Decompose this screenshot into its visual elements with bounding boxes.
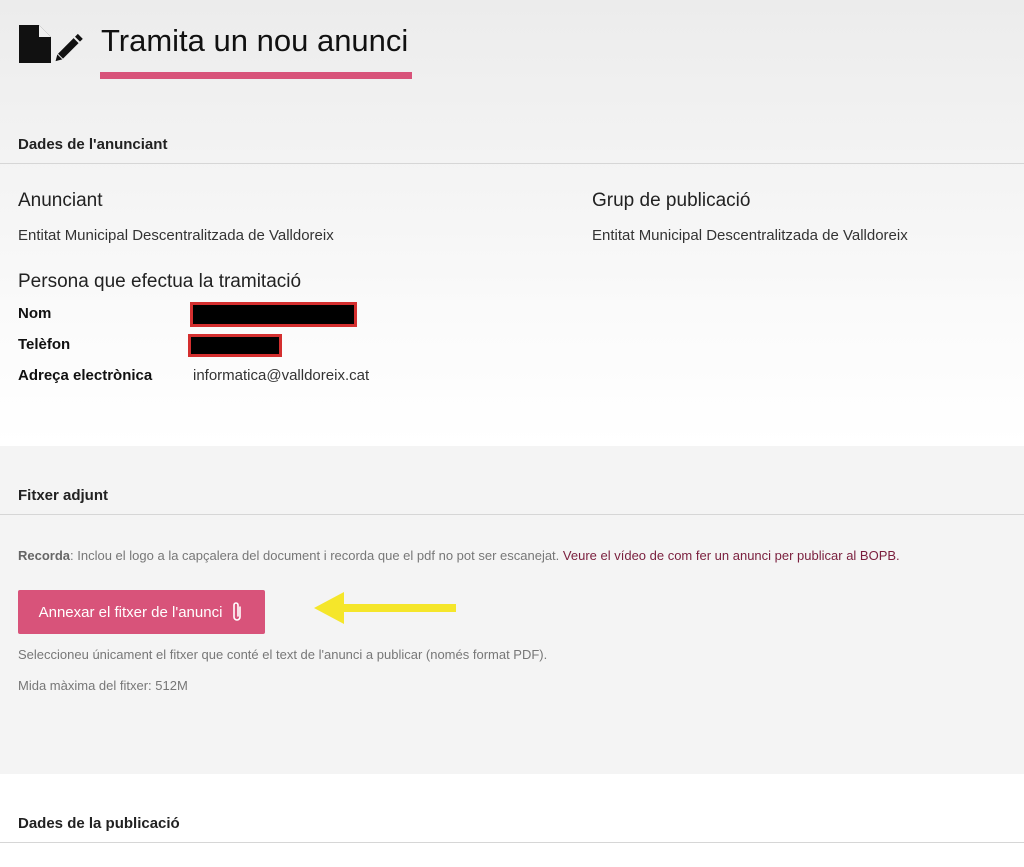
file-edit-icon [19, 25, 83, 63]
publication-group-value: Entitat Municipal Descentralitzada de Va… [592, 227, 908, 244]
attach-file-button[interactable]: Annexar el fitxer de l'anunci [18, 590, 265, 634]
name-value-redacted [190, 302, 357, 327]
publication-group-label: Grup de publicació [592, 190, 751, 211]
file-help-text: Seleccioneu únicament el fitxer que cont… [18, 647, 548, 662]
reminder-note: Recorda: Inclou el logo a la capçalera d… [18, 548, 900, 563]
advertiser-label: Anunciant [18, 190, 103, 211]
page-title: Tramita un nou anunci [101, 23, 409, 58]
person-title: Persona que efectua la tramitació [18, 271, 302, 292]
yellow-arrow-annotation [314, 592, 456, 624]
section-header-attachment: Fitxer adjunt [0, 487, 1024, 515]
email-label: Adreça electrònica [18, 367, 153, 384]
phone-value-redacted [188, 334, 282, 357]
reminder-text: : Inclou el logo a la capçalera del docu… [70, 548, 563, 563]
email-value: informatica@valldoreix.cat [193, 367, 370, 384]
section-header-publication: Dades de la publicació [0, 815, 1024, 843]
reminder-bold: Recorda [18, 548, 71, 563]
section-header-advertiser: Dades de l'anunciant [0, 136, 1024, 164]
max-file-size: Mida màxima del fitxer: 512M [18, 678, 188, 693]
video-link[interactable]: Veure el vídeo de com fer un anunci per … [563, 548, 900, 563]
paperclip-icon [233, 602, 242, 621]
name-label: Nom [18, 305, 52, 322]
advertiser-panel [0, 0, 1024, 446]
attach-button-label: Annexar el fitxer de l'anunci [38, 603, 223, 621]
title-underline [100, 72, 412, 79]
phone-label: Telèfon [18, 336, 71, 353]
advertiser-value: Entitat Municipal Descentralitzada de Va… [18, 227, 334, 244]
